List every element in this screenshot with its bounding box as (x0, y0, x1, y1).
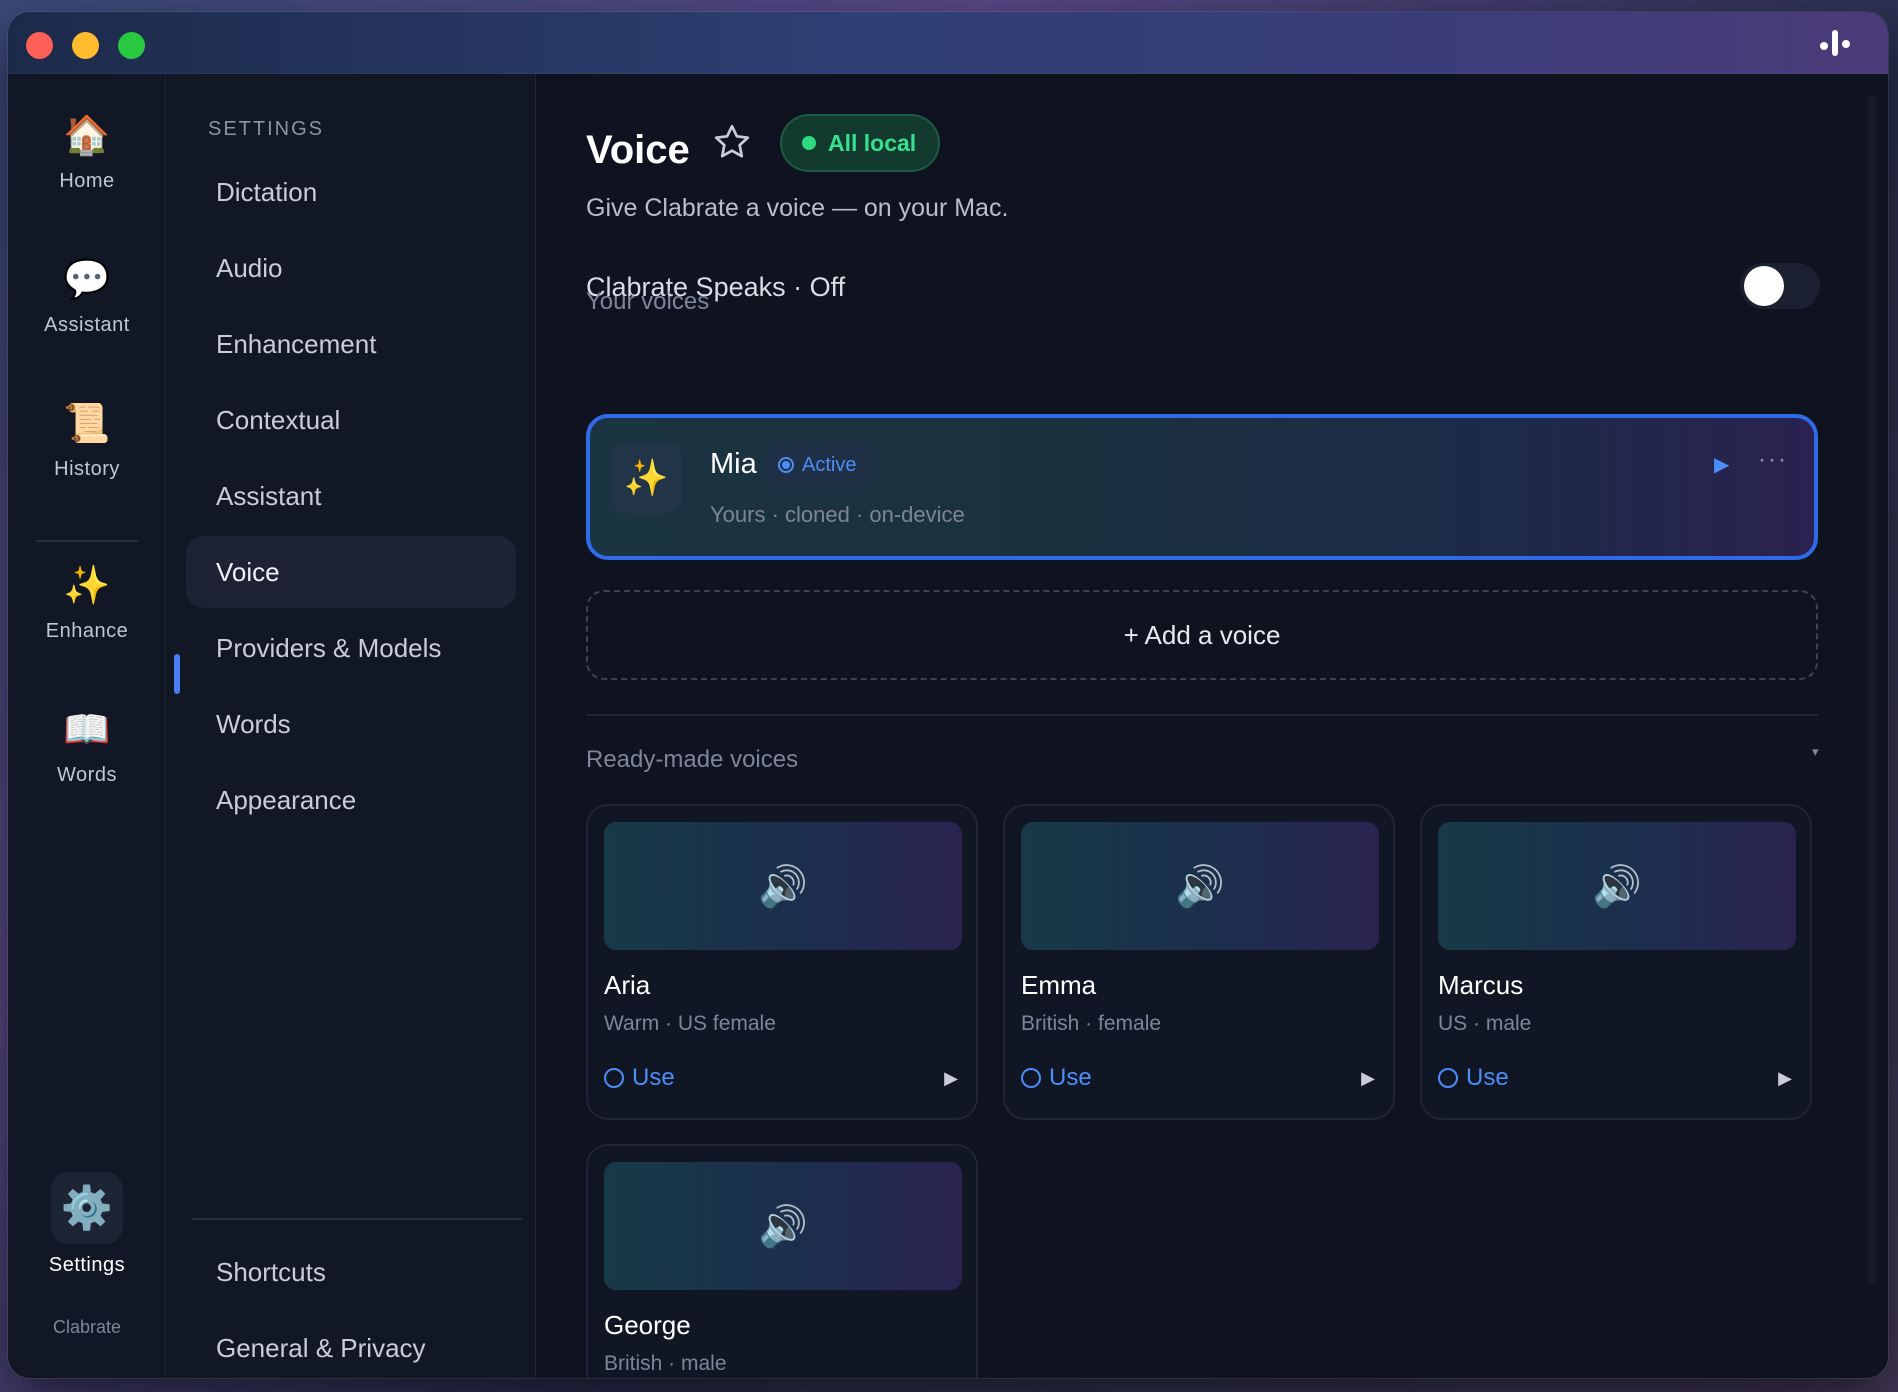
rail-item-words[interactable]: 📖 Words (8, 706, 166, 787)
scrollbar[interactable] (1868, 94, 1876, 1284)
voice-tile-emma[interactable]: 🔊 Emma British · female Use ▶ (1003, 804, 1395, 1120)
speaker-icon: 🔊 (1021, 822, 1379, 950)
rail-item-assistant[interactable]: 💬 Assistant (8, 256, 166, 337)
brand-label: Clabrate (52, 1317, 122, 1337)
nav-item-contextual[interactable]: Contextual (186, 384, 516, 456)
voice-tile-george[interactable]: 🔊 George British · male (586, 1144, 978, 1378)
active-badge: Active (764, 442, 875, 488)
nav-item-voice[interactable]: Voice (186, 536, 516, 608)
rail-item-label: Settings (48, 1254, 126, 1276)
favorite-star-icon[interactable] (712, 122, 752, 162)
use-voice-button[interactable]: Use (1438, 1064, 1509, 1092)
sparkles-icon: ✨ (610, 442, 682, 514)
nav-item-enhancement[interactable]: Enhancement (186, 308, 516, 380)
voice-tile-aria[interactable]: 🔊 Aria Warm · US female Use ▶ (586, 804, 978, 1120)
clabrate-logo-icon (1820, 30, 1850, 56)
all-local-badge: All local (780, 114, 941, 172)
page-title: Voice (586, 128, 690, 172)
nav-item-audio[interactable]: Audio (186, 232, 516, 304)
speaks-toggle[interactable] (1740, 263, 1820, 309)
speaker-icon: 🔊 (1438, 822, 1796, 950)
book-icon: 📖 (63, 709, 111, 751)
rail-item-history[interactable]: 📜 History (8, 400, 166, 481)
play-icon[interactable]: ▶ (1778, 1068, 1792, 1089)
speaker-icon: 🔊 (604, 822, 962, 950)
nav-item-providers-models[interactable]: Providers & Models (186, 612, 516, 684)
voice-name: Emma (1021, 970, 1097, 1000)
voice-name: Mia (710, 448, 757, 480)
radio-unselected-icon (1021, 1068, 1041, 1088)
badge-label: Active (802, 453, 857, 476)
add-voice-button[interactable]: + Add a voice (586, 590, 1818, 680)
radio-selected-icon (778, 457, 794, 473)
play-icon[interactable]: ▶ (944, 1068, 958, 1089)
rail-item-settings[interactable]: ⚙️ Settings (8, 1172, 166, 1277)
nav-item-general-privacy[interactable]: General & Privacy (186, 1312, 516, 1378)
nav-item-assistant[interactable]: Assistant (186, 460, 516, 532)
voice-meta: Warm · US female (604, 1012, 776, 1035)
rail-item-home[interactable]: 🏠 Home (8, 112, 166, 193)
page-subtitle: Give Clabrate a voice — on your Mac. (586, 194, 1009, 222)
radio-unselected-icon (1438, 1068, 1458, 1088)
speaker-icon: 🔊 (604, 1162, 962, 1290)
use-voice-button[interactable]: Use (1021, 1064, 1092, 1092)
scroll-icon: 📜 (63, 403, 111, 445)
app-window: 🏠 Home 💬 Assistant 📜 History ✨ Enhance 📖… (8, 12, 1888, 1378)
voice-meta: Yours · cloned · on-device (710, 502, 965, 527)
use-label: Use (1049, 1064, 1092, 1091)
nav-item-appearance[interactable]: Appearance (186, 764, 516, 836)
nav-divider (192, 1218, 522, 1220)
your-voices-heading: Your voices (586, 288, 710, 315)
nav-item-words[interactable]: Words (186, 688, 516, 760)
radio-unselected-icon (604, 1068, 624, 1088)
voice-meta: US · male (1438, 1012, 1532, 1035)
section-divider (586, 714, 1818, 716)
use-voice-button[interactable]: Use (604, 1064, 675, 1092)
sparkles-icon: ✨ (63, 565, 111, 607)
rail-item-label: Home (59, 170, 115, 192)
active-nav-indicator (174, 654, 180, 694)
more-options-icon[interactable]: ··· (1758, 446, 1788, 474)
toggle-knob (1744, 266, 1784, 306)
rail-item-label: Enhance (45, 620, 129, 642)
voice-tile-marcus[interactable]: 🔊 Marcus US · male Use ▶ (1420, 804, 1812, 1120)
minimize-window-button[interactable] (72, 32, 99, 59)
voice-name: George (604, 1310, 691, 1340)
icon-rail: 🏠 Home 💬 Assistant 📜 History ✨ Enhance 📖… (8, 74, 166, 1378)
use-label: Use (632, 1064, 675, 1091)
voice-meta: British · female (1021, 1012, 1162, 1035)
title-bar (8, 12, 1888, 74)
status-dot-icon (802, 136, 816, 150)
home-icon: 🏠 (63, 115, 111, 157)
nav-item-dictation[interactable]: Dictation (186, 156, 516, 228)
badge-label: All local (828, 129, 917, 156)
rail-item-label: History (54, 458, 120, 480)
chevron-down-icon[interactable]: ▾ (1812, 744, 1819, 760)
rail-divider (36, 540, 138, 542)
play-icon[interactable]: ▶ (1361, 1068, 1375, 1089)
nav-item-shortcuts[interactable]: Shortcuts (186, 1236, 516, 1308)
settings-nav: SETTINGS Dictation Audio Enhancement Con… (166, 74, 536, 1378)
ready-made-heading: Ready-made voices (586, 746, 799, 773)
speech-bubble-icon: 💬 (63, 259, 111, 301)
zoom-window-button[interactable] (118, 32, 145, 59)
rail-item-label: Words (57, 764, 117, 786)
voice-name: Aria (604, 970, 651, 1000)
rail-item-label: Assistant (44, 314, 130, 336)
voice-settings-panel: Voice All local Give Clabrate a voice — … (536, 74, 1888, 1378)
nav-heading: SETTINGS (208, 118, 325, 140)
rail-item-enhance[interactable]: ✨ Enhance (8, 562, 166, 643)
active-voice-card[interactable]: ✨ Mia Active Yours · cloned · on-device … (586, 414, 1818, 560)
close-window-button[interactable] (26, 32, 53, 59)
gear-icon: ⚙️ (51, 1172, 123, 1244)
play-icon[interactable]: ▶ (1714, 452, 1729, 477)
use-label: Use (1466, 1064, 1509, 1091)
voice-name: Marcus (1438, 970, 1524, 1000)
voice-meta: British · male (604, 1352, 727, 1375)
